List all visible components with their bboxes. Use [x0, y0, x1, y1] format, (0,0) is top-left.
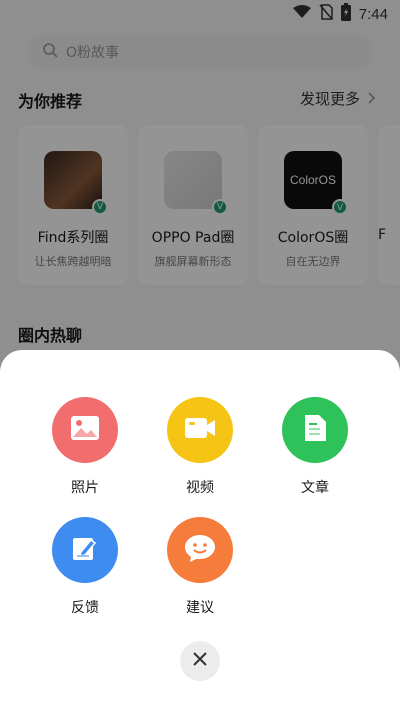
photo-label: 照片 [71, 480, 99, 496]
close-icon [192, 651, 208, 671]
article-icon-circle [282, 397, 348, 463]
suggestion-action-button[interactable]: 建议 [160, 517, 240, 617]
photo-icon-circle [52, 397, 118, 463]
video-icon [184, 417, 216, 443]
video-icon-circle [167, 397, 233, 463]
image-icon [70, 415, 100, 445]
create-post-sheet: 照片 视频 文章 反馈 建议 [0, 350, 400, 710]
photo-action-button[interactable]: 照片 [45, 397, 125, 497]
feedback-action-button[interactable]: 反馈 [45, 517, 125, 617]
video-label: 视频 [186, 480, 214, 496]
feedback-icon-circle [52, 517, 118, 583]
close-button[interactable] [180, 641, 220, 681]
article-icon [303, 414, 327, 446]
suggestion-label: 建议 [186, 600, 214, 616]
smile-chat-icon [183, 533, 217, 567]
suggestion-icon-circle [167, 517, 233, 583]
feedback-label: 反馈 [71, 600, 99, 616]
edit-icon [71, 534, 99, 566]
video-action-button[interactable]: 视频 [160, 397, 240, 497]
article-label: 文章 [301, 480, 329, 496]
article-action-button[interactable]: 文章 [275, 397, 355, 497]
